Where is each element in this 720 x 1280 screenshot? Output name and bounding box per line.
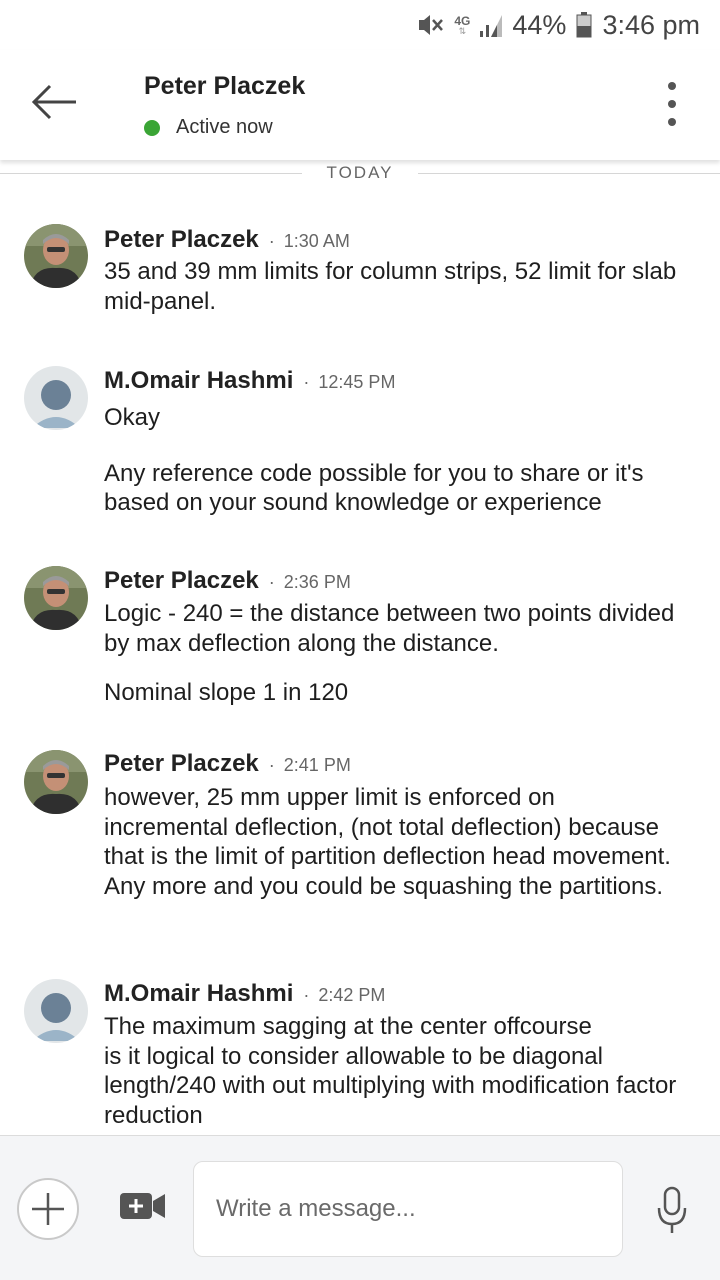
back-button[interactable] xyxy=(30,82,80,122)
sender-name[interactable]: M.Omair Hashmi xyxy=(104,367,293,395)
battery-icon xyxy=(576,12,592,38)
message-header: Peter Placzek · 2:36 PM xyxy=(104,567,351,595)
contact-name[interactable]: Peter Placzek xyxy=(144,72,305,101)
message-body: 35 and 39 mm limits for column strips, 5… xyxy=(104,257,684,316)
more-options-button[interactable] xyxy=(662,82,682,126)
network-type: 4G xyxy=(454,13,471,28)
presence-text: Active now xyxy=(176,116,273,138)
sender-name[interactable]: Peter Placzek xyxy=(104,750,259,778)
sender-name[interactable]: M.Omair Hashmi xyxy=(104,980,293,1008)
signal-icon xyxy=(480,15,503,37)
message-time: 12:45 PM xyxy=(318,372,396,392)
presence-dot xyxy=(144,119,160,136)
separator: · xyxy=(268,572,275,592)
battery-percent: 44% xyxy=(512,9,567,40)
message-header: Peter Placzek · 1:30 AM xyxy=(104,226,350,254)
message-text: Logic - 240 = the distance between two p… xyxy=(104,600,675,657)
default-avatar-icon xyxy=(32,993,80,1041)
presence-status: Active now xyxy=(144,116,273,139)
message-input[interactable] xyxy=(193,1161,623,1257)
message-header: M.Omair Hashmi · 12:45 PM xyxy=(104,367,395,395)
avatar[interactable] xyxy=(24,750,88,814)
sender-name[interactable]: Peter Placzek xyxy=(104,226,259,254)
message-text: Any reference code possible for you to s… xyxy=(104,459,644,517)
plus-icon xyxy=(32,1193,64,1225)
microphone-icon xyxy=(657,1186,687,1233)
avatar[interactable] xyxy=(24,366,88,430)
message-time: 2:36 PM xyxy=(283,572,351,592)
message-body: however, 25 mm upper limit is enforced o… xyxy=(104,783,684,901)
message-time: 2:41 PM xyxy=(283,755,351,775)
message-composer xyxy=(0,1135,720,1280)
status-bar: 4G ⇅ 44% 3:46 pm xyxy=(0,0,720,50)
sender-name[interactable]: Peter Placzek xyxy=(104,567,259,595)
avatar[interactable] xyxy=(24,224,88,288)
add-attachment-button[interactable] xyxy=(17,1178,79,1240)
video-message-button[interactable] xyxy=(120,1191,170,1227)
back-arrow-icon xyxy=(31,84,76,120)
message-text: Okay xyxy=(104,404,161,431)
mute-vibrate-icon xyxy=(419,15,444,35)
message-header: Peter Placzek · 2:41 PM xyxy=(104,750,351,778)
message-text: The maximum sagging at the center offcou… xyxy=(104,1013,677,1129)
message-body: Okay Any reference code possible for you… xyxy=(104,403,684,518)
avatar[interactable] xyxy=(24,979,88,1043)
message-text: however, 25 mm upper limit is enforced o… xyxy=(104,784,671,900)
date-divider: TODAY xyxy=(0,160,720,186)
separator: · xyxy=(303,372,310,392)
message-header: M.Omair Hashmi · 2:42 PM xyxy=(104,980,385,1008)
message-time: 2:42 PM xyxy=(318,985,386,1005)
avatar-photo xyxy=(24,224,88,288)
clock: 3:46 pm xyxy=(602,9,700,40)
voice-message-button[interactable] xyxy=(656,1186,688,1236)
message-text: 35 and 39 mm limits for column strips, 5… xyxy=(104,258,677,315)
message-body: The maximum sagging at the center offcou… xyxy=(104,1012,684,1130)
message-body: Logic - 240 = the distance between two p… xyxy=(104,599,684,708)
network-4g-icon: 4G ⇅ xyxy=(454,13,471,36)
avatar-photo xyxy=(24,566,88,630)
date-divider-label: TODAY xyxy=(314,163,406,183)
separator: · xyxy=(303,985,310,1005)
conversation-header: Peter Placzek Active now xyxy=(0,50,720,160)
video-icon xyxy=(120,1193,165,1219)
message-text: Nominal slope 1 in 120 xyxy=(104,679,349,706)
message-time: 1:30 AM xyxy=(283,231,350,251)
default-avatar-icon xyxy=(32,380,80,428)
avatar-photo xyxy=(24,750,88,814)
avatar[interactable] xyxy=(24,566,88,630)
message-list[interactable]: Peter Placzek · 1:30 AM 35 and 39 mm lim… xyxy=(0,186,720,1136)
more-vert-icon xyxy=(668,82,676,90)
separator: · xyxy=(268,755,275,775)
separator: · xyxy=(268,231,275,251)
